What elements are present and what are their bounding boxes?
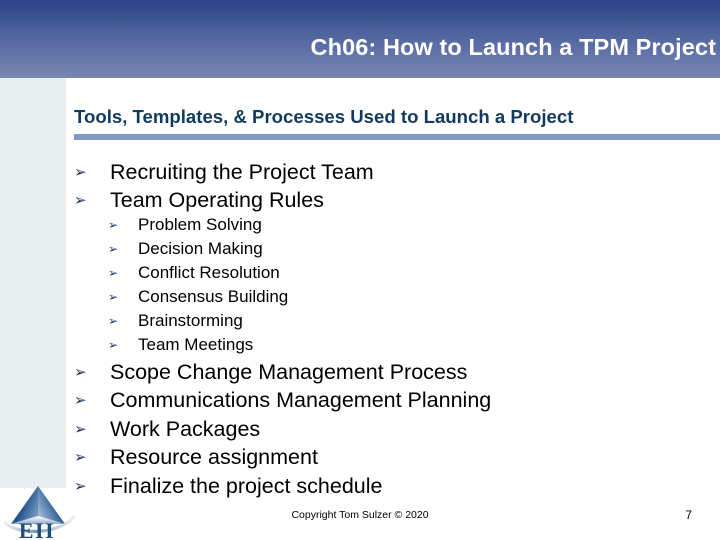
list-item-label: Finalize the project schedule xyxy=(110,473,383,498)
list-item-label: Team Meetings xyxy=(138,335,254,354)
list-item-label: Communications Management Planning xyxy=(110,388,492,413)
list-item: ➢ Conflict Resolution xyxy=(108,261,288,285)
arrow-bullet-icon: ➢ xyxy=(74,419,87,438)
list-item: ➢ Brainstorming xyxy=(108,309,288,333)
bullet-list-level1-bottom: ➢ Scope Change Management Process ➢ Comm… xyxy=(74,358,491,501)
list-item: ➢ Consensus Building xyxy=(108,285,288,309)
arrow-bullet-icon: ➢ xyxy=(108,266,119,280)
arrow-bullet-icon: ➢ xyxy=(108,218,119,232)
list-item: ➢ Team Meetings xyxy=(108,333,288,357)
list-item: ➢ Team Operating Rules xyxy=(74,187,374,216)
arrow-bullet-icon: ➢ xyxy=(74,391,87,410)
bullet-list-level1-top: ➢ Recruiting the Project Team ➢ Team Ope… xyxy=(74,158,374,215)
arrow-bullet-icon: ➢ xyxy=(74,191,87,210)
list-item: ➢ Resource assignment xyxy=(74,444,491,473)
footer-copyright: Copyright Tom Sulzer © 2020 xyxy=(291,509,429,521)
list-item-label: Scope Change Management Process xyxy=(110,359,468,384)
list-item: ➢ Recruiting the Project Team xyxy=(74,158,374,187)
eii-pyramid-logo: EII xyxy=(4,483,80,540)
slide-page-number: 7 xyxy=(685,508,692,522)
list-item: ➢ Communications Management Planning xyxy=(74,387,491,416)
list-item: ➢ Finalize the project schedule xyxy=(74,472,491,501)
eii-logo-graphic: EII xyxy=(4,486,76,540)
bullet-list-level2: ➢ Problem Solving ➢ Decision Making ➢ Co… xyxy=(108,213,288,357)
list-item: ➢ Problem Solving xyxy=(108,213,288,237)
subtitle-divider-rule xyxy=(74,134,720,140)
arrow-bullet-icon: ➢ xyxy=(108,290,119,304)
arrow-bullet-icon: ➢ xyxy=(108,242,119,256)
eii-wordmark: EII xyxy=(19,518,55,540)
arrow-bullet-icon: ➢ xyxy=(108,338,119,352)
list-item-label: Decision Making xyxy=(138,239,263,258)
slide-header-banner: Ch06: How to Launch a TPM Project xyxy=(0,0,720,78)
list-item-label: Work Packages xyxy=(110,416,261,441)
arrow-bullet-icon: ➢ xyxy=(108,314,119,328)
arrow-bullet-icon: ➢ xyxy=(74,362,87,381)
list-item-label: Problem Solving xyxy=(138,215,262,234)
list-item: ➢ Work Packages xyxy=(74,415,491,444)
list-item-label: Recruiting the Project Team xyxy=(110,159,374,184)
list-item-label: Consensus Building xyxy=(138,287,289,306)
slide-content-area: Tools, Templates, & Processes Used to La… xyxy=(66,78,720,540)
arrow-bullet-icon: ➢ xyxy=(74,448,87,467)
slide-title: Ch06: How to Launch a TPM Project xyxy=(310,34,716,60)
presentation-slide: Ch06: How to Launch a TPM Project Tools,… xyxy=(0,0,720,540)
list-item-label: Brainstorming xyxy=(138,311,243,330)
list-item: ➢ Scope Change Management Process xyxy=(74,358,491,387)
slide-subtitle: Tools, Templates, & Processes Used to La… xyxy=(74,106,574,127)
list-item: ➢ Decision Making xyxy=(108,237,288,261)
list-item-label: Resource assignment xyxy=(110,445,318,470)
list-item-label: Team Operating Rules xyxy=(110,188,324,213)
arrow-bullet-icon: ➢ xyxy=(74,162,87,181)
left-accent-column xyxy=(0,78,66,488)
list-item-label: Conflict Resolution xyxy=(138,263,280,282)
